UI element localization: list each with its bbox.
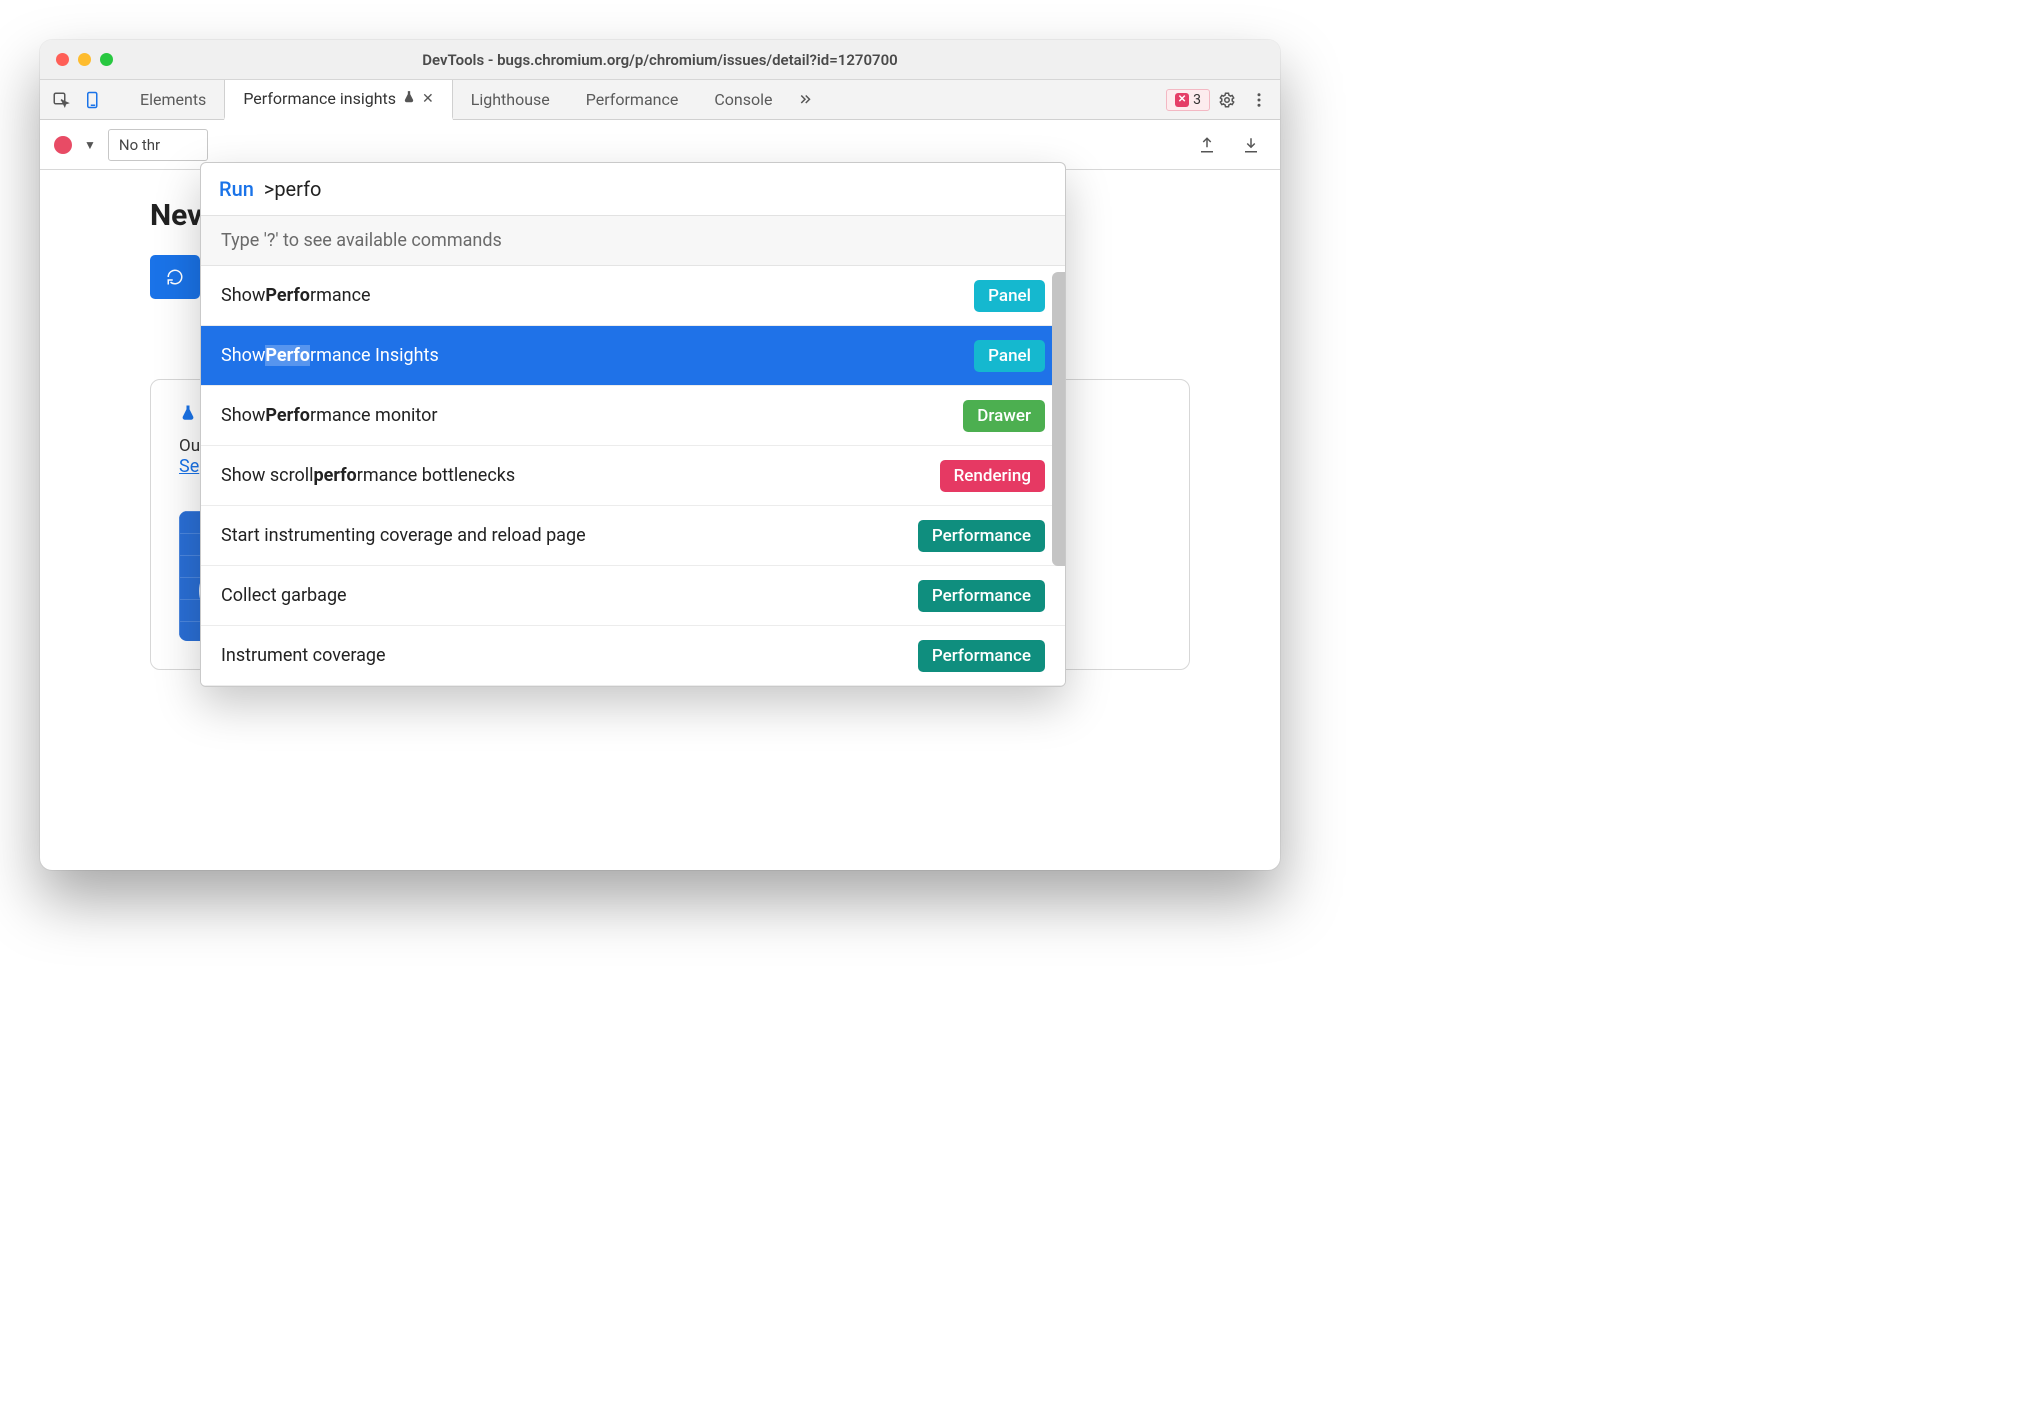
scrollbar[interactable]: [1052, 272, 1062, 680]
close-tab-icon[interactable]: ✕: [422, 91, 434, 107]
command-item-label: Collect garbage: [221, 585, 347, 606]
command-prefix: >: [264, 177, 274, 201]
scrollbar-thumb[interactable]: [1052, 272, 1065, 566]
tab-label: Performance insights: [243, 89, 396, 108]
tab-list: Elements Performance insights ✕ Lighthou…: [122, 80, 1166, 120]
command-palette: Run >perfo Type '?' to see available com…: [200, 162, 1066, 687]
command-item-badge: Rendering: [940, 460, 1045, 492]
record-button[interactable]: [54, 136, 72, 154]
command-item-badge: Performance: [918, 640, 1045, 672]
tab-elements[interactable]: Elements: [122, 80, 224, 120]
window-zoom-button[interactable]: [100, 53, 113, 66]
run-prefix: Run: [219, 177, 254, 201]
command-item[interactable]: Collect garbage Performance: [201, 566, 1065, 626]
command-item[interactable]: Show Performance Panel: [201, 266, 1065, 326]
tab-label: Performance: [586, 90, 679, 109]
command-query-text: perfo: [274, 177, 321, 201]
command-item[interactable]: Start instrumenting coverage and reload …: [201, 506, 1065, 566]
device-toggle-icon[interactable]: [78, 85, 108, 115]
window-minimize-button[interactable]: [78, 53, 91, 66]
command-item-badge: Panel: [974, 340, 1045, 372]
experiment-icon: [402, 89, 416, 108]
command-item-label: Start instrumenting coverage and reload …: [221, 525, 586, 546]
window-title: DevTools - bugs.chromium.org/p/chromium/…: [40, 51, 1280, 69]
command-item-label: Show scroll performance bottlenecks: [221, 465, 515, 486]
command-item-label: Show Performance: [221, 285, 371, 306]
traffic-lights: [40, 53, 113, 66]
command-item-badge: Performance: [918, 580, 1045, 612]
command-item[interactable]: Show Performance Insights Panel: [201, 326, 1065, 386]
export-icon[interactable]: [1192, 130, 1222, 160]
import-icon[interactable]: [1236, 130, 1266, 160]
command-hint: Type '?' to see available commands: [201, 216, 1065, 266]
titlebar: DevTools - bugs.chromium.org/p/chromium/…: [40, 40, 1280, 80]
tab-label: Lighthouse: [471, 90, 550, 109]
issues-count: 3: [1193, 92, 1201, 108]
command-item[interactable]: Instrument coverage Performance: [201, 626, 1065, 686]
tab-label: Console: [714, 90, 772, 109]
command-item-label: Instrument coverage: [221, 645, 386, 666]
tab-performance-insights[interactable]: Performance insights ✕: [224, 80, 452, 120]
command-item-label: Show Performance monitor: [221, 405, 437, 426]
devtools-window: DevTools - bugs.chromium.org/p/chromium/…: [40, 40, 1280, 870]
tab-lighthouse[interactable]: Lighthouse: [453, 80, 568, 120]
command-item-label: Show Performance Insights: [221, 345, 439, 366]
command-item[interactable]: Show Performance monitor Drawer: [201, 386, 1065, 446]
intro-text: Ou: [179, 436, 200, 456]
kebab-menu-icon[interactable]: [1244, 85, 1274, 115]
command-item-badge: Drawer: [963, 400, 1045, 432]
inspect-icon[interactable]: [46, 85, 76, 115]
more-tabs-icon[interactable]: [790, 85, 820, 115]
settings-icon[interactable]: [1212, 85, 1242, 115]
tab-label: Elements: [140, 90, 206, 109]
command-item-badge: Performance: [918, 520, 1045, 552]
command-query: >perfo: [264, 177, 322, 201]
record-options-caret-icon[interactable]: ▼: [84, 138, 96, 152]
command-item[interactable]: Show scroll performance bottlenecks Rende…: [201, 446, 1065, 506]
window-close-button[interactable]: [56, 53, 69, 66]
error-icon: ✕: [1175, 93, 1189, 107]
command-input[interactable]: Run >perfo: [201, 163, 1065, 216]
command-results: Show PerformancePanelShow Performance In…: [201, 266, 1065, 686]
reload-icon: [166, 268, 184, 286]
tab-performance[interactable]: Performance: [568, 80, 697, 120]
issues-badge[interactable]: ✕ 3: [1166, 89, 1210, 111]
feedback-link[interactable]: Se: [179, 456, 199, 477]
measure-page-load-button[interactable]: [150, 255, 200, 299]
feedback-link-text: Se: [179, 456, 199, 477]
throttling-value: No thr: [119, 136, 160, 154]
experiment-icon: [179, 404, 197, 422]
command-item-badge: Panel: [974, 280, 1045, 312]
devtools-tabstrip: Elements Performance insights ✕ Lighthou…: [40, 80, 1280, 120]
throttling-select[interactable]: No thr: [108, 129, 208, 161]
tab-console[interactable]: Console: [696, 80, 790, 120]
